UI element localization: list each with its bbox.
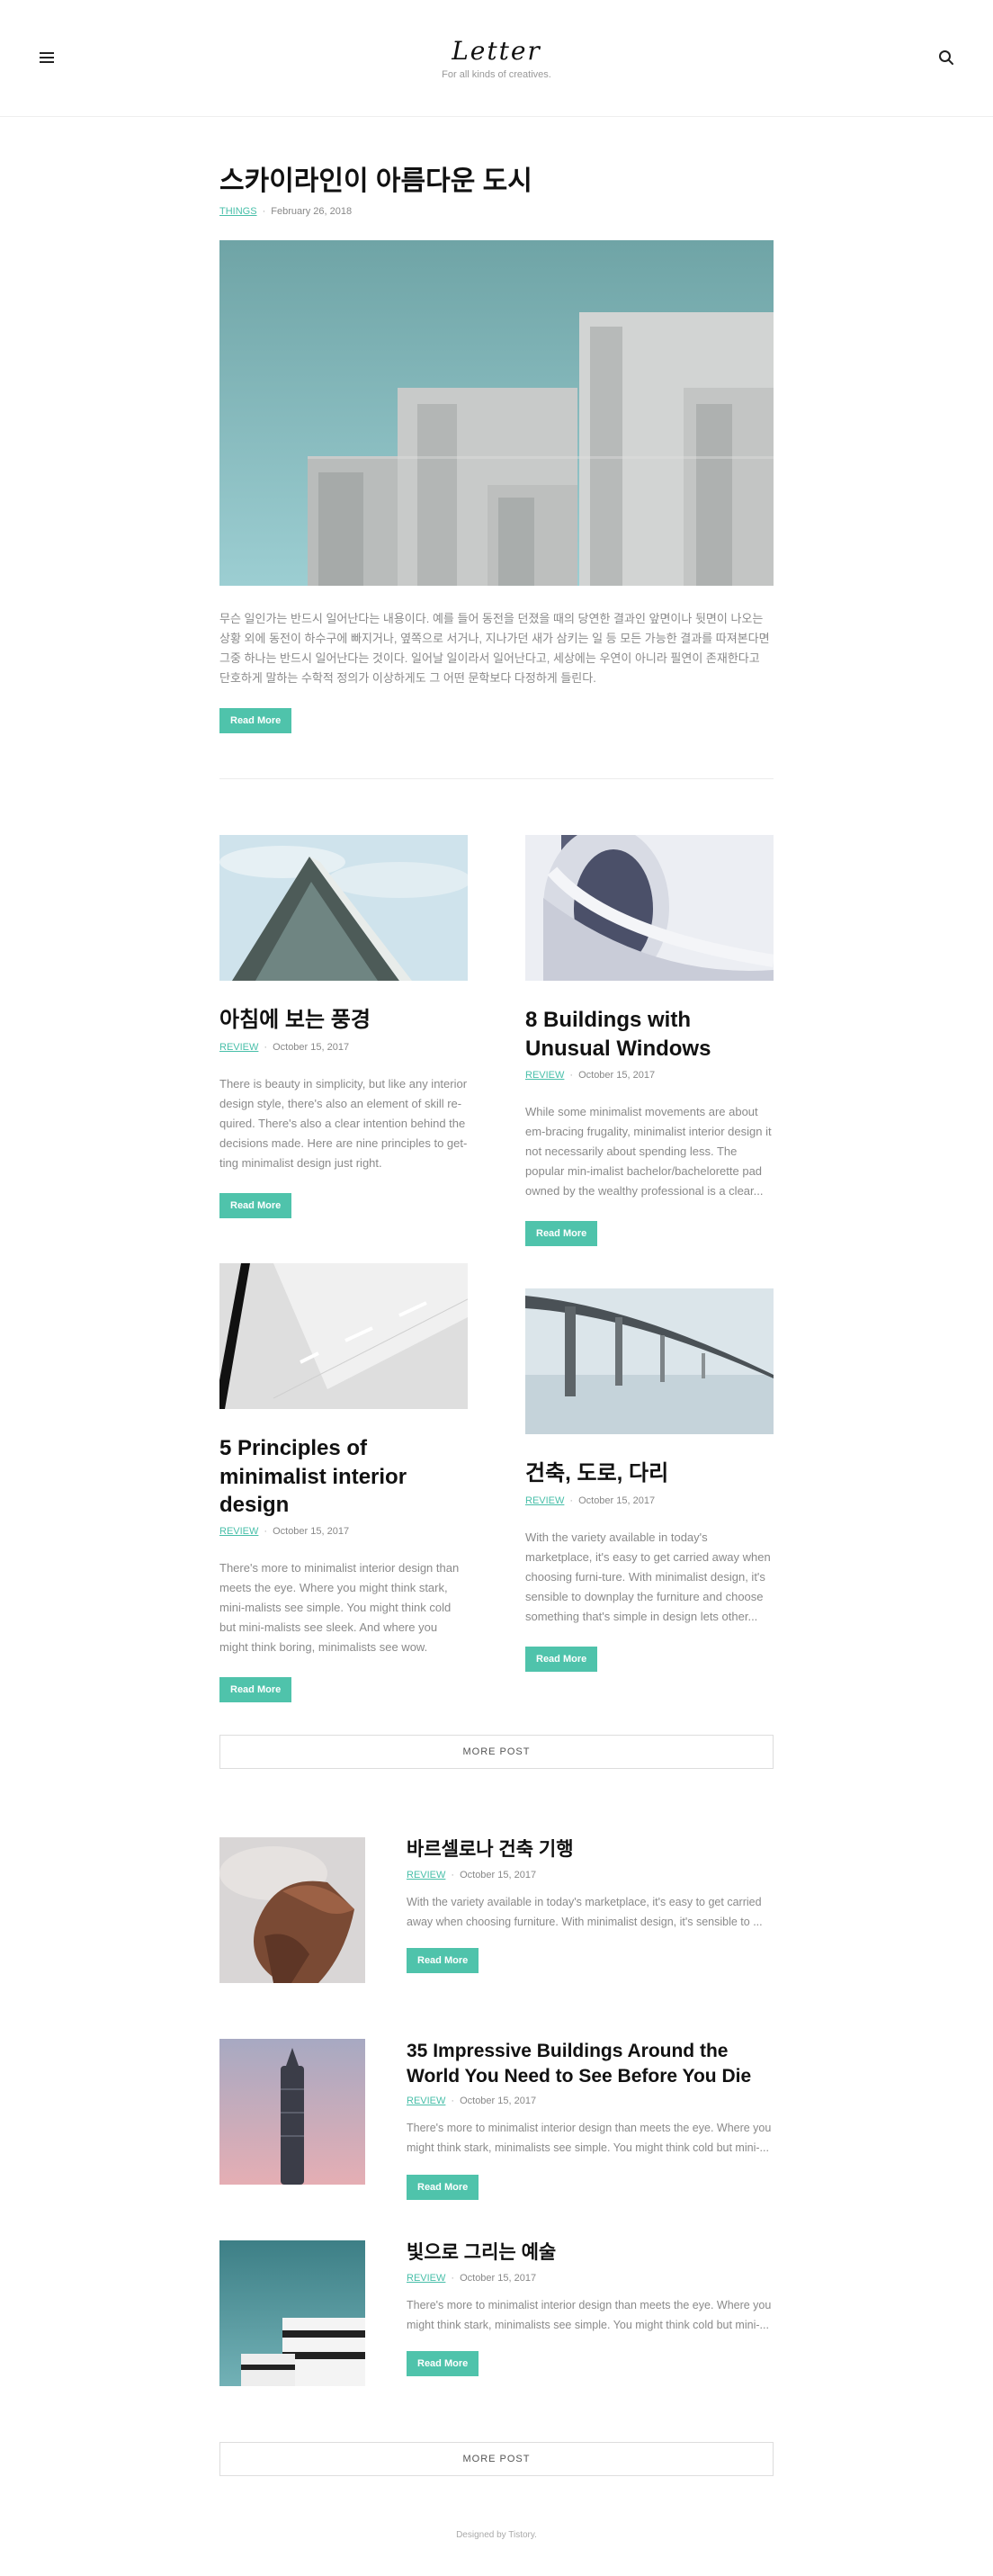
- post-meta: THINGS · February 26, 2018: [219, 206, 353, 217]
- post-title[interactable]: 35 Impressive Buildings Around the World…: [407, 2039, 774, 2088]
- post-title[interactable]: 바르셀로나 건축 기행: [407, 1837, 774, 1862]
- post-excerpt: With the variety available in today's ma…: [525, 1530, 771, 1623]
- site-header: Letter For all kinds of creatives.: [0, 0, 993, 117]
- read-more-button[interactable]: Read More: [219, 1677, 292, 1703]
- featured-post-image[interactable]: [219, 240, 774, 586]
- post-category[interactable]: REVIEW: [525, 1070, 564, 1081]
- brand-logo[interactable]: Letter: [452, 36, 541, 66]
- post-thumbnail[interactable]: [219, 1837, 365, 1984]
- list-item: 35 Impressive Buildings Around the World…: [219, 2039, 774, 2200]
- post-thumbnail[interactable]: [219, 1263, 468, 1410]
- post-title[interactable]: 빛으로 그리는 예술: [407, 2240, 774, 2265]
- post-excerpt: With the variety available in today's ma…: [407, 1895, 763, 1928]
- list-item: 빛으로 그리는 예술 REVIEW · October 15, 2017 There…: [219, 2240, 774, 2387]
- post-date: October 15, 2017: [273, 1041, 350, 1053]
- post-excerpt: There is beauty in simplicity, but like …: [219, 1076, 468, 1170]
- post-excerpt: There's more to minimalist interior desi…: [407, 2121, 772, 2154]
- post-date: October 15, 2017: [578, 1494, 656, 1506]
- main-content: 스카이라인이 아름다운 도시 THINGS · February 26, 2018: [219, 117, 774, 2576]
- list-item-body: 빛으로 그리는 예술 REVIEW · October 15, 2017 There…: [407, 2240, 774, 2377]
- post-date: October 15, 2017: [273, 1525, 350, 1537]
- post-meta: REVIEW · October 15, 2017: [525, 1494, 656, 1506]
- search-icon[interactable]: [937, 49, 955, 67]
- post-excerpt: There's more to minimalist interior desi…: [219, 1560, 460, 1655]
- post-category[interactable]: REVIEW: [407, 2273, 445, 2284]
- post-meta: REVIEW · October 15, 2017: [525, 1069, 656, 1081]
- read-more-button[interactable]: Read More: [407, 1948, 479, 1974]
- post-thumbnail[interactable]: [525, 835, 774, 982]
- post-meta: REVIEW · October 15, 2017: [407, 2272, 537, 2284]
- post-category[interactable]: REVIEW: [525, 1495, 564, 1506]
- post-category[interactable]: REVIEW: [407, 1870, 445, 1880]
- site-footer: Designed by Tistory.: [219, 2476, 774, 2576]
- post-excerpt: There's more to minimalist interior desi…: [407, 2298, 772, 2331]
- post-meta: REVIEW · October 15, 2017: [219, 1525, 350, 1537]
- grid-card: 건축, 도로, 다리 REVIEW · October 15, 2017 With …: [525, 1288, 774, 1673]
- post-date: October 15, 2017: [578, 1069, 656, 1081]
- post-date: October 15, 2017: [460, 2272, 537, 2284]
- post-title[interactable]: 건축, 도로, 다리: [525, 1459, 774, 1487]
- post-title[interactable]: 8 Buildings with Unusual Windows: [525, 1006, 774, 1062]
- featured-post-title[interactable]: 스카이라인이 아름다운 도시: [219, 164, 774, 199]
- post-date: February 26, 2018: [271, 206, 353, 217]
- brand: Letter For all kinds of creatives.: [0, 36, 993, 80]
- grid-card: 아침에 보는 풍경 REVIEW · October 15, 2017 There …: [219, 835, 468, 1219]
- read-more-button[interactable]: Read More: [219, 708, 292, 734]
- post-date: October 15, 2017: [460, 1869, 537, 1880]
- post-date: October 15, 2017: [460, 2095, 537, 2106]
- footer-credit: Designed by Tistory.: [456, 2530, 537, 2541]
- read-more-button[interactable]: Read More: [407, 2351, 479, 2377]
- post-category[interactable]: REVIEW: [219, 1042, 258, 1053]
- read-more-button[interactable]: Read More: [525, 1221, 598, 1247]
- read-more-button[interactable]: Read More: [525, 1647, 598, 1673]
- post-thumbnail[interactable]: [219, 2039, 365, 2186]
- post-meta: REVIEW · October 15, 2017: [219, 1041, 350, 1053]
- post-title[interactable]: 아침에 보는 풍경: [219, 1006, 468, 1034]
- post-list: 바르셀로나 건축 기행 REVIEW · October 15, 2017 With…: [219, 1837, 774, 2387]
- brand-tagline: For all kinds of creatives.: [442, 69, 551, 80]
- post-category[interactable]: REVIEW: [407, 2096, 445, 2106]
- list-item-body: 바르셀로나 건축 기행 REVIEW · October 15, 2017 With…: [407, 1837, 774, 1974]
- post-category[interactable]: THINGS: [219, 206, 257, 217]
- grid-card: 8 Buildings with Unusual Windows REVIEW ·…: [525, 835, 774, 1247]
- list-item: 바르셀로나 건축 기행 REVIEW · October 15, 2017 With…: [219, 1837, 774, 1984]
- more-post-button[interactable]: MORE POST: [219, 2442, 774, 2477]
- post-thumbnail[interactable]: [525, 1288, 774, 1435]
- featured-post-excerpt: 무슨 일인가는 반드시 일어난다는 내용이다. 예를 들어 동전을 던졌을 때의…: [219, 612, 770, 686]
- list-item-body: 35 Impressive Buildings Around the World…: [407, 2039, 774, 2200]
- post-thumbnail[interactable]: [219, 2240, 365, 2387]
- post-category[interactable]: REVIEW: [219, 1526, 258, 1537]
- post-excerpt: While some minimalist movements are abou…: [525, 1104, 772, 1198]
- read-more-button[interactable]: Read More: [407, 2174, 479, 2200]
- featured-post: 스카이라인이 아름다운 도시 THINGS · February 26, 2018: [219, 117, 774, 780]
- post-title[interactable]: 5 Principles of minimalist interior desi…: [219, 1434, 468, 1519]
- post-grid: 아침에 보는 풍경 REVIEW · October 15, 2017 There …: [219, 835, 774, 1735]
- post-meta: REVIEW · October 15, 2017: [407, 2095, 537, 2106]
- divider: [219, 778, 774, 780]
- grid-card: 5 Principles of minimalist interior desi…: [219, 1263, 468, 1703]
- post-thumbnail[interactable]: [219, 835, 468, 982]
- read-more-button[interactable]: Read More: [219, 1193, 292, 1219]
- post-meta: REVIEW · October 15, 2017: [407, 1869, 537, 1880]
- more-post-button[interactable]: MORE POST: [219, 1735, 774, 1770]
